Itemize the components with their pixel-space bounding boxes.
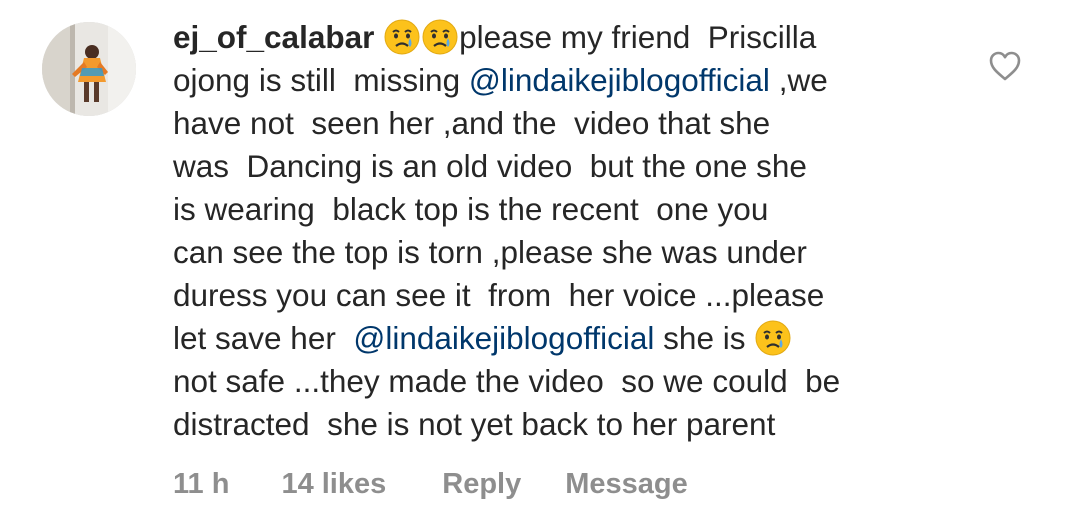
comment-line-7: duress you can see it from her voice ...…	[173, 277, 825, 313]
reply-button[interactable]: Reply	[442, 468, 521, 501]
message-button[interactable]: Message	[565, 468, 688, 501]
comment-item: ej_of_calabar please my friend Priscilla…	[0, 0, 1080, 529]
user-avatar-photo	[42, 22, 136, 116]
comment-text: please my friend Priscilla	[459, 19, 817, 55]
heart-outline-icon[interactable]	[988, 50, 1022, 82]
comment-line-9: not safe ...they made the video so we co…	[173, 363, 841, 399]
comment-body: ej_of_calabar please my friend Priscilla…	[173, 16, 963, 446]
mention-link[interactable]: @lindaikejiblogofficial	[469, 62, 770, 98]
comment-line-8: let save her @lindaikejiblogofficial she…	[173, 317, 963, 360]
comment-line-10: distracted she is not yet back to her pa…	[173, 406, 776, 442]
avatar[interactable]	[42, 22, 136, 116]
comment-likes-count[interactable]: 14 likes	[281, 468, 386, 501]
comment-text: she is	[654, 320, 755, 356]
comment-meta-row: 11 h 14 likes Reply Message	[173, 462, 688, 506]
comment-line-1: ej_of_calabar please my friend Priscilla	[173, 16, 963, 59]
crying-face-emoji	[755, 320, 791, 356]
comment-line-4: was Dancing is an old video but the one …	[173, 148, 807, 184]
crying-face-emoji	[384, 19, 420, 55]
comment-username[interactable]: ej_of_calabar	[173, 19, 374, 55]
mention-link[interactable]: @lindaikejiblogofficial	[353, 320, 654, 356]
comment-line-6: can see the top is torn ,please she was …	[173, 234, 807, 270]
comment-line-5: is wearing black top is the recent one y…	[173, 191, 769, 227]
comment-line-2: ojong is still missing @lindaikejiblogof…	[173, 59, 963, 102]
comment-text: let save her	[173, 320, 354, 356]
crying-face-emoji	[422, 19, 458, 55]
comment-timestamp: 11 h	[173, 467, 230, 500]
comment-text: ojong is still missing	[173, 62, 469, 98]
comment-text: ,we	[769, 62, 828, 98]
comment-line-3: have not seen her ,and the video that sh…	[173, 105, 771, 141]
